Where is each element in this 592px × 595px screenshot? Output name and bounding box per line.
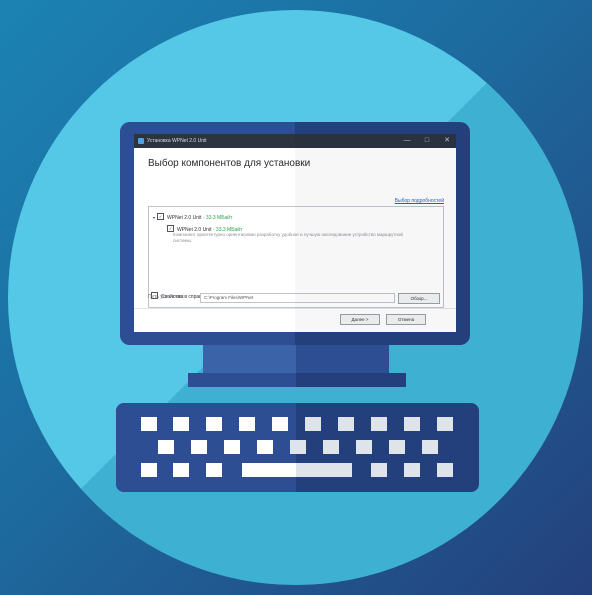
keyboard-key (305, 417, 321, 431)
keyboard-key (323, 440, 339, 454)
minimize-button[interactable]: — (400, 134, 414, 148)
keyboard-key (356, 440, 372, 454)
window-titlebar: Установка WPNet 2.0 Unit — □ ✕ (134, 134, 456, 148)
keyboard-key (371, 417, 387, 431)
page-title: Выбор компонентов для установки (148, 158, 311, 169)
spacebar-key (242, 463, 296, 477)
monitor-stand-neck-highlight (203, 345, 296, 375)
installer-window: Установка WPNet 2.0 Unit — □ ✕ Выбор ком… (134, 134, 456, 332)
keyboard-key (389, 440, 405, 454)
monitor-stand-base-highlight (188, 373, 296, 387)
keyboard-key (173, 463, 189, 477)
install-path-input[interactable]: C:\Program Files\WPNet (200, 293, 395, 303)
keyboard-key (224, 440, 240, 454)
keyboard-key (191, 440, 207, 454)
keyboard (116, 403, 479, 492)
advanced-options-link[interactable]: Выбор подробностей (395, 198, 444, 204)
keyboard-key (272, 417, 288, 431)
keyboard-key (404, 417, 420, 431)
browse-button[interactable]: Обзор... (398, 293, 440, 304)
close-button[interactable]: ✕ (440, 134, 454, 148)
component-description: Компонент архитектурно ориентирован разр… (173, 232, 403, 243)
monitor: Установка WPNet 2.0 Unit — □ ✕ Выбор ком… (120, 122, 470, 345)
keyboard-key (437, 463, 453, 477)
keyboard-key (404, 463, 420, 477)
keyboard-key (257, 440, 273, 454)
install-path-row: Путь установки C:\Program Files\WPNet Об… (148, 293, 442, 304)
keyboard-key (239, 417, 255, 431)
keyboard-key (290, 440, 306, 454)
footer-divider (134, 308, 456, 309)
tree-item-root[interactable]: ▾ ✓ WPNet 2.0 Unit - 33.3 МБайт (153, 213, 233, 221)
spacebar-key-right (296, 463, 352, 477)
cancel-button[interactable]: Отмена (386, 314, 426, 325)
next-button[interactable]: Далее > (340, 314, 380, 325)
keyboard-key (338, 417, 354, 431)
keyboard-key (206, 417, 222, 431)
keyboard-key (206, 463, 222, 477)
keyboard-key (371, 463, 387, 477)
keyboard-key (437, 417, 453, 431)
window-title: Установка WPNet 2.0 Unit (147, 138, 207, 144)
tree-item-label: WPNet 2.0 Unit (167, 214, 202, 221)
keyboard-key (173, 417, 189, 431)
maximize-button[interactable]: □ (420, 134, 434, 148)
checkbox-icon[interactable]: ✓ (167, 225, 174, 232)
keyboard-key (422, 440, 438, 454)
keyboard-key (141, 417, 157, 431)
expand-icon[interactable]: ▾ (153, 215, 155, 220)
install-path-label: Путь установки (148, 294, 184, 300)
tree-item-size: - 33.3 МБайт (202, 214, 233, 221)
app-icon (138, 138, 144, 144)
keyboard-key (158, 440, 174, 454)
keyboard-key (141, 463, 157, 477)
checkbox-icon[interactable]: ✓ (157, 213, 165, 220)
